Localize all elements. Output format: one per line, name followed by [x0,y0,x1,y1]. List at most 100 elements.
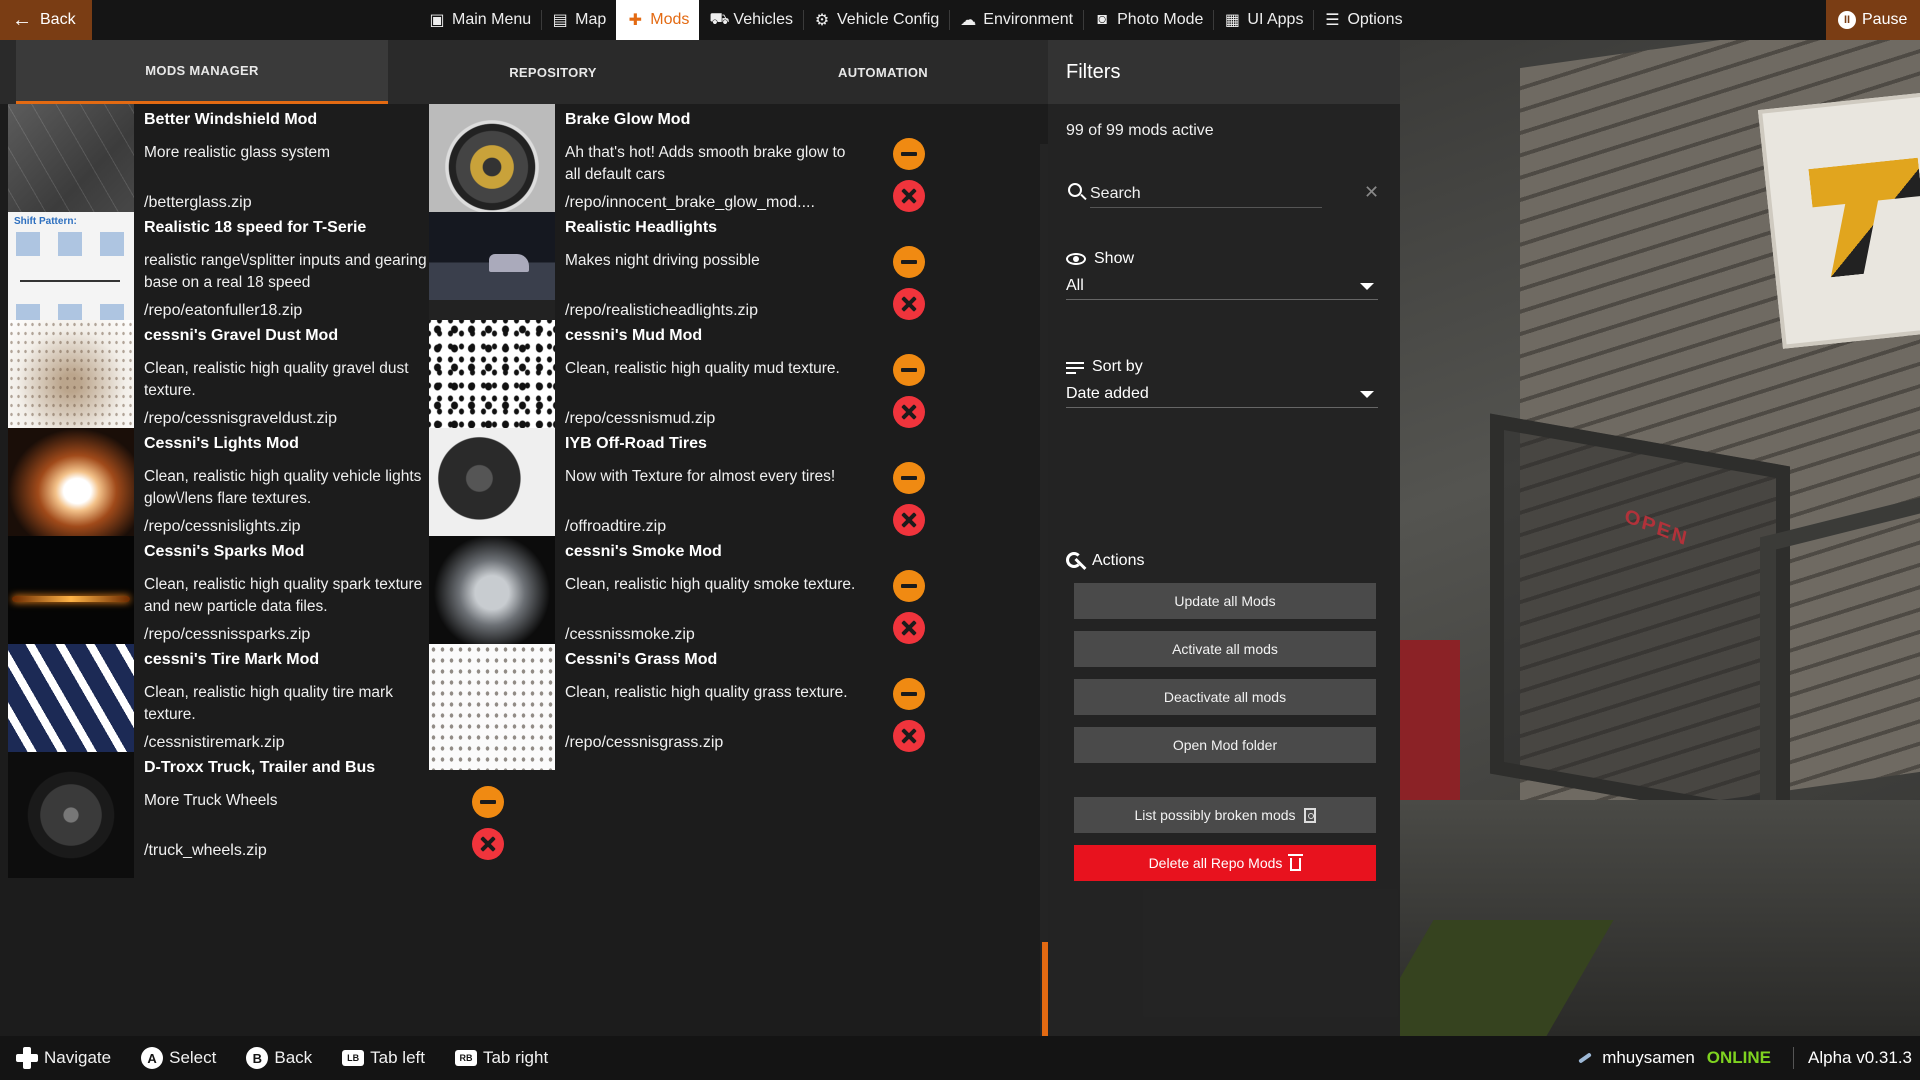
main-menu-icon: ▣ [429,12,445,29]
nav-vehicle-config[interactable]: ⚙ Vehicle Config [803,0,949,40]
mod-name: Cessni's Grass Mod [565,651,718,668]
chevron-down-icon [1360,283,1374,290]
a-button-icon: A [141,1047,164,1069]
tab-bar: MODS MANAGER REPOSITORY AUTOMATION [0,40,1048,104]
game-scene-background: OPEN [1400,40,1920,1036]
nav-photo-mode[interactable]: ◙ Photo Mode [1083,0,1213,40]
mod-card[interactable]: D-Troxx Truck, Trailer and Bus More Truck… [0,752,516,884]
hint-label: Tab left [370,1048,425,1067]
nav-vehicles[interactable]: ⛟ Vehicles [699,0,803,40]
nav-environment[interactable]: ☁ Environment [949,0,1083,40]
mod-name: Cessni's Lights Mod [144,435,299,452]
mod-name: Brake Glow Mod [565,111,691,128]
divider [1793,1047,1795,1069]
delete-mod-button[interactable] [893,396,925,428]
search-input[interactable] [1090,180,1322,208]
mods-panel: MODS MANAGER REPOSITORY AUTOMATION Bette… [0,40,1048,1074]
show-dropdown[interactable]: All [1066,272,1378,300]
back-button[interactable]: ← Back [0,0,92,40]
deactivate-mod-button[interactable] [472,786,504,818]
deactivate-all-mods-button[interactable]: Deactivate all mods [1074,679,1376,715]
mod-name: cessni's Tire Mark Mod [144,651,320,668]
hint-select: A Select [141,1047,216,1069]
sort-dropdown[interactable]: Date added [1066,380,1378,408]
mod-description: More realistic glass system [144,144,331,161]
delete-mod-button[interactable] [893,288,925,320]
mod-description: Clean, realistic high quality grass text… [565,684,848,701]
pause-label: Pause [1862,11,1908,28]
clear-search-icon[interactable]: ✕ [1364,182,1379,203]
deactivate-mod-button[interactable] [893,678,925,710]
nav-label: Options [1347,11,1403,28]
nav-label: Map [575,11,607,28]
scrollbar-track[interactable] [1040,144,1048,1074]
deactivate-mod-button[interactable] [893,570,925,602]
top-bar: ← Back ▣ Main Menu ▤ Map ✚ Mods ⛟ Vehicles ⚙ Vehi… [0,0,1920,40]
nav-options[interactable]: ☰ Options [1313,0,1412,40]
deactivate-mod-button[interactable] [893,354,925,386]
mod-name: cessni's Smoke Mod [565,543,722,560]
thumbnail-caption: Shift Pattern: [14,216,77,227]
pause-button[interactable]: II Pause [1826,0,1920,40]
delete-mod-button[interactable] [893,612,925,644]
nav-map[interactable]: ▤ Map [541,0,616,40]
update-all-mods-button[interactable]: Update all Mods [1074,583,1376,619]
activate-all-label: Activate all mods [1172,641,1278,657]
mod-name: IYB Off-Road Tires [565,435,707,452]
delete-repo-label: Delete all Repo Mods [1148,855,1283,871]
search-field: ✕ [1066,180,1379,214]
mod-description: More Truck Wheels [144,792,278,809]
deactivate-mod-button[interactable] [893,246,925,278]
arrow-left-icon: ← [12,9,32,31]
sort-label: Sort by [1092,358,1143,375]
mod-description: Clean, realistic high quality vehicle li… [144,468,422,507]
nav-ui-apps[interactable]: ▦ UI Apps [1213,0,1313,40]
main-navigation: ▣ Main Menu ▤ Map ✚ Mods ⛟ Vehicles ⚙ Vehicle Con… [418,0,1413,40]
mod-path: /betterglass.zip [144,194,252,211]
delete-mod-button[interactable] [893,180,925,212]
hint-tab-right: RB Tab right [454,1048,548,1068]
nav-label: Environment [983,11,1074,28]
mod-path: /repo/cessnislights.zip [144,518,301,535]
show-label: Show [1094,250,1135,267]
nav-mods[interactable]: ✚ Mods [616,0,700,40]
mod-description: Clean, realistic high quality spark text… [144,576,423,615]
sort-icon [1066,361,1084,374]
list-broken-label: List possibly broken mods [1134,807,1296,823]
sort-value: Date added [1066,384,1149,402]
search-icon [1068,183,1082,197]
hint-tab-left: LB Tab left [342,1048,425,1068]
ui-apps-icon: ▦ [1224,12,1240,29]
tab-mods-manager[interactable]: MODS MANAGER [16,40,388,104]
mod-description: Clean, realistic high quality smoke text… [565,576,856,593]
mod-thumbnail [8,752,134,878]
bottom-hint-bar: Navigate A Select B Back LB Tab left RB Tab righ… [0,1036,1920,1080]
sort-section: Sort by [1066,358,1143,376]
delete-mod-button[interactable] [893,720,925,752]
nav-main-menu[interactable]: ▣ Main Menu [418,0,541,40]
delete-mod-button[interactable] [472,828,504,860]
delete-all-repo-mods-button[interactable]: Delete all Repo Mods [1074,845,1376,881]
deactivate-mod-button[interactable] [893,138,925,170]
open-mod-folder-button[interactable]: Open Mod folder [1074,727,1376,763]
map-icon: ▤ [552,12,568,29]
user-icon [1578,1051,1592,1065]
options-icon: ☰ [1325,12,1340,29]
list-broken-mods-button[interactable]: List possibly broken mods [1074,797,1376,833]
actions-label: Actions [1092,552,1145,569]
mod-description: Clean, realistic high quality tire mark … [144,684,393,723]
lb-button-icon: LB [342,1050,365,1066]
mod-name: D-Troxx Truck, Trailer and Bus [144,759,376,776]
hint-label: Back [274,1048,313,1067]
delete-mod-button[interactable] [893,504,925,536]
eye-icon [1066,253,1086,265]
mod-description: Clean, realistic high quality gravel dus… [144,360,409,399]
neutral-bar [20,280,120,282]
tab-repository[interactable]: REPOSITORY [388,40,718,104]
activate-all-mods-button[interactable]: Activate all mods [1074,631,1376,667]
shop-window: OPEN [1490,413,1790,827]
mod-path: /offroadtire.zip [565,518,667,535]
engine-icon: ⚙ [814,12,830,29]
tab-automation[interactable]: AUTOMATION [718,40,1048,104]
deactivate-mod-button[interactable] [893,462,925,494]
